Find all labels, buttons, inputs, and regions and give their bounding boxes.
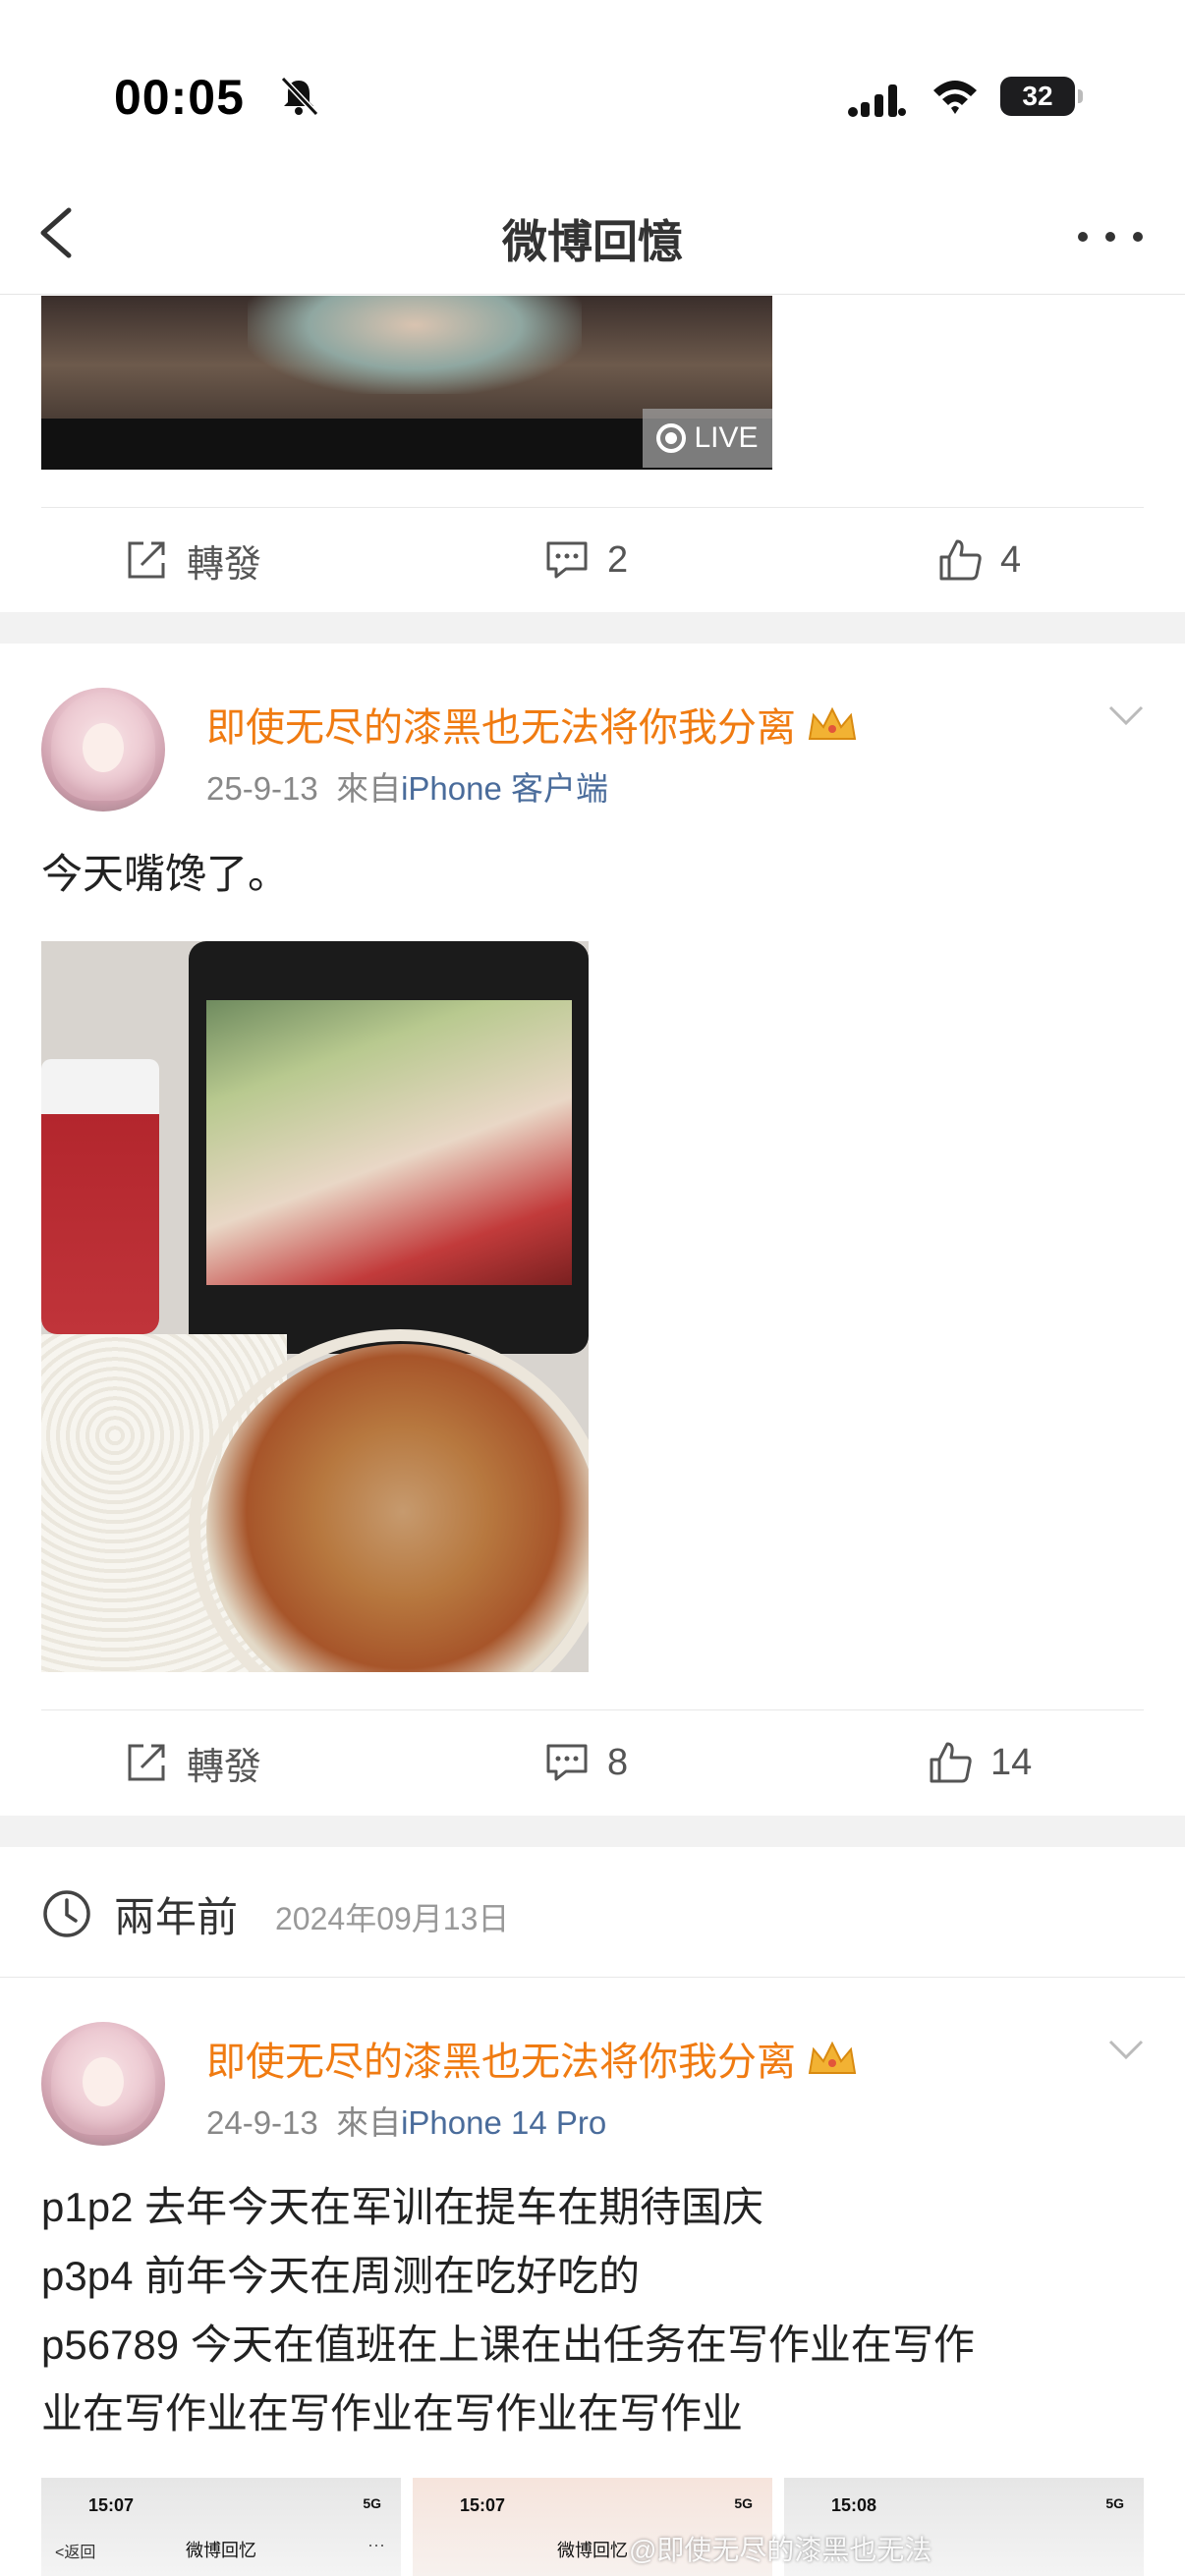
repost-icon — [128, 541, 165, 579]
divider — [41, 1709, 1144, 1710]
divider — [0, 1977, 1185, 1978]
post-actions: 轉發 2 4 — [0, 511, 1185, 609]
live-icon — [656, 423, 687, 453]
battery-icon: 32 — [1000, 77, 1083, 116]
avatar[interactable] — [41, 688, 165, 812]
like-button[interactable]: 14 — [928, 1713, 1032, 1812]
memory-label: 兩年前 — [114, 1894, 239, 1940]
post-photo[interactable] — [41, 941, 589, 1672]
chevron-down-icon[interactable] — [1106, 2038, 1146, 2061]
comment-icon — [546, 1744, 588, 1781]
post-username[interactable]: 即使无尽的漆黑也无法将你我分离 — [206, 2030, 859, 2087]
post-meta: 24-9-13 來自iPhone 14 Pro — [206, 2104, 607, 2141]
post-text-line: p3p4 前年今天在周测在吃好吃的 — [41, 2253, 641, 2299]
post-image-thumbnail[interactable]: 15:07 5G <返回 微博回忆 ··· — [41, 2478, 401, 2576]
bell-muted-icon — [280, 76, 319, 117]
more-icon: ··· — [367, 2535, 385, 2554]
repost-icon — [128, 1744, 165, 1781]
signal-icon — [848, 84, 906, 117]
post-text: 今天嘴馋了。 — [41, 851, 290, 897]
status-time: 00:05 — [114, 70, 245, 125]
comment-icon — [546, 541, 588, 579]
post-text-line: p56789 今天在值班在上课在出任务在写作业在写作 — [41, 2322, 975, 2368]
memory-date: 2024年09月13日 — [275, 1901, 510, 1936]
status-bar: 00:05 32 — [0, 0, 1185, 177]
clock-icon — [43, 1890, 90, 1937]
live-badge: LIVE — [643, 409, 772, 468]
section-separator — [0, 1816, 1185, 1847]
post-text: p1p2 去年今天在军训在提车在期待国庆 p3p4 前年今天在周测在吃好吃的 p… — [41, 2173, 975, 2448]
post-meta: 25-9-13 來自iPhone 客户端 — [206, 770, 609, 807]
page-title: 微博回憶 — [502, 216, 683, 267]
comment-button[interactable]: 8 — [544, 1713, 628, 1812]
divider — [41, 507, 1144, 508]
wifi-icon — [933, 81, 977, 114]
repost-button[interactable]: 轉發 — [124, 511, 261, 609]
repost-button[interactable]: 轉發 — [124, 1713, 261, 1812]
section-separator — [0, 612, 1185, 644]
weibo-watermark: @即使无尽的漆黑也无法 — [629, 2535, 932, 2565]
nav-bar: 微博回憶 — [0, 177, 1185, 295]
avatar[interactable] — [41, 2022, 165, 2146]
crown-icon — [808, 2041, 857, 2074]
like-button[interactable]: 4 — [937, 511, 1021, 609]
post-text-line: p1p2 去年今天在军训在提车在期待国庆 — [41, 2184, 764, 2230]
thumbs-up-icon — [930, 1742, 972, 1783]
crown-icon — [808, 706, 857, 740]
comment-button[interactable]: 2 — [544, 511, 628, 609]
post-username[interactable]: 即使无尽的漆黑也无法将你我分离 — [206, 696, 859, 753]
post-text-line: 业在写作业在写作业在写作业在写作业 — [41, 2390, 744, 2436]
chevron-down-icon[interactable] — [1106, 703, 1146, 727]
post-actions: 轉發 8 14 — [0, 1713, 1185, 1812]
thumbs-up-icon — [939, 539, 982, 581]
more-icon[interactable] — [1071, 222, 1150, 252]
